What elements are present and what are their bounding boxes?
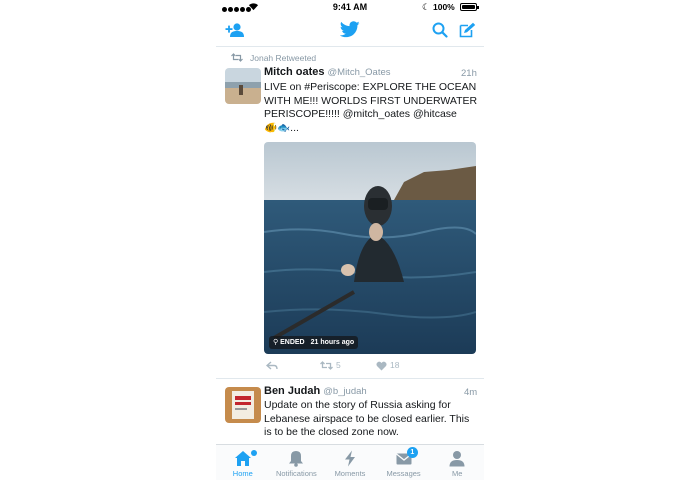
location-pin-icon: ⚲ [273,339,279,346]
phone-screen: 9:41 AM ☾ 100% Jonah Retweeted Mitch oat… [216,0,484,480]
top-nav-bar [216,16,484,47]
do-not-disturb-icon: ☾ [422,2,431,12]
battery-percent: 100% [433,2,455,12]
tab-messages-label: Messages [386,469,421,478]
avatar-mitch-oates[interactable] [225,68,261,104]
twitter-bird-logo-icon [340,21,360,38]
tab-me-label: Me [451,469,463,478]
search-icon[interactable] [432,22,448,38]
reply-icon[interactable] [266,361,278,370]
add-user-icon[interactable] [225,22,245,38]
like-heart-icon[interactable] [376,361,387,371]
tab-notifications-label: Notifications [275,469,317,478]
video-status-label: ENDED [280,339,305,346]
avatar-ben-judah[interactable] [225,387,261,423]
tweet-timestamp: 4m [464,387,478,398]
like-count: 18 [390,360,400,370]
video-status-badge: ⚲ ENDED 21 hours ago [269,336,359,349]
retweet-context-label: Jonah Retweeted [250,53,317,63]
tweet-text: Update on the story of Russia asking for… [264,399,470,438]
tab-home-label: Home [232,469,253,478]
tweet-actions: 5 18 [264,359,476,373]
lightning-icon [344,450,355,467]
video-age-label: 21 hours ago [310,339,355,346]
bell-icon [289,451,304,467]
tab-home[interactable]: Home [216,445,270,480]
messages-badge: 1 [406,447,418,458]
tab-moments-label: Moments [334,469,366,478]
person-icon [449,451,465,467]
tweet-author-handle: @Mitch_Oates [327,67,391,78]
tab-notifications[interactable]: Notifications [270,445,324,480]
retweet-count: 5 [336,360,341,370]
tab-messages[interactable]: 1 Messages [377,445,431,480]
bottom-tab-bar: Home Notifications Moments 1 Messages Me [216,444,484,480]
retweet-icon[interactable] [320,361,333,370]
home-icon [234,451,251,466]
tweet-text: LIVE on #Periscope: EXPLORE THE OCEAN WI… [264,81,478,120]
tweet-author-name[interactable]: Mitch oates @Mitch_Oates [264,66,391,78]
status-bar: 9:41 AM ☾ 100% [216,0,484,16]
tweet-author-name[interactable]: Ben Judah @b_judah [264,385,367,397]
tab-me[interactable]: Me [430,445,484,480]
compose-tweet-icon[interactable] [459,22,476,38]
tweet-timestamp: 21h [461,68,477,79]
retweet-context-icon [231,53,243,62]
tweet-emoji-line: 🐠🐟... [264,122,299,134]
tweet-divider [216,378,484,379]
battery-icon [460,3,479,11]
periscope-video-thumbnail[interactable]: ⚲ ENDED 21 hours ago [264,142,476,354]
new-content-dot [251,450,257,456]
tab-moments[interactable]: Moments [323,445,377,480]
tweet-author-handle: @b_judah [323,386,367,397]
